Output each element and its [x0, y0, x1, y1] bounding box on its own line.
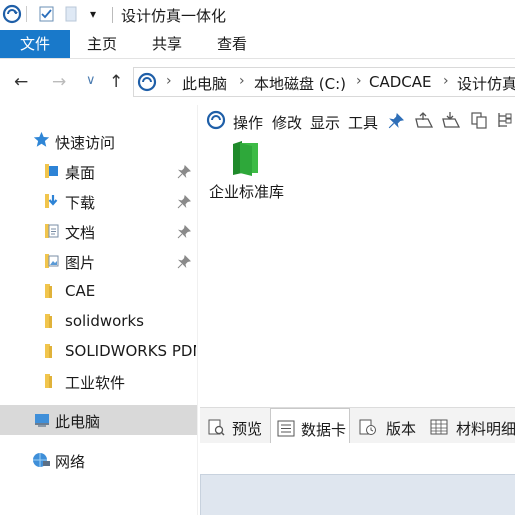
sidebar-item-label: 快速访问 [55, 134, 116, 152]
sidebar-item-solidworks-pdm[interactable]: SOLIDWORKS PDM [0, 336, 197, 366]
star-icon [33, 131, 50, 152]
title-bar: ▾ 设计仿真一体化 [0, 0, 515, 30]
pin-icon[interactable] [177, 164, 192, 179]
qat-separator [26, 6, 27, 22]
sidebar-item-industrial-software[interactable]: 工业软件 [0, 366, 197, 396]
documents-folder-icon [44, 223, 59, 239]
pin-icon[interactable] [388, 112, 405, 133]
pin-icon[interactable] [177, 224, 192, 239]
bom-table-icon [430, 419, 448, 439]
tab-preview[interactable]: 预览 [200, 408, 270, 444]
pdm-app-icon[interactable] [2, 4, 22, 28]
sidebar-item-label: 文档 [65, 224, 96, 242]
green-vault-folder-icon[interactable] [230, 140, 262, 180]
tab-home[interactable]: 主页 [79, 30, 125, 58]
pin-icon[interactable] [177, 194, 192, 209]
breadcrumb-cadcae[interactable]: CADCAE [369, 73, 432, 91]
menu-modify[interactable]: 修改 [272, 112, 302, 133]
file-list-item[interactable]: 企业标准库 [209, 181, 284, 202]
pdm-preview-tabs: 预览 数据卡 版本 材料明细 [200, 407, 515, 444]
menu-display[interactable]: 显示 [310, 112, 340, 133]
tab-file[interactable]: 文件 [0, 30, 70, 58]
pane-divider [197, 105, 198, 515]
pdm-refresh-icon[interactable] [206, 110, 226, 134]
preview-icon [208, 419, 225, 440]
breadcrumb-current[interactable]: 设计仿真 [457, 73, 515, 94]
breadcrumb-this-pc[interactable]: 此电脑 [182, 73, 227, 94]
folder-icon [44, 373, 58, 389]
sidebar-item-quick-access[interactable]: 快速访问 [0, 126, 197, 156]
tab-bom[interactable]: 材料明细 [426, 408, 515, 444]
folder-icon [44, 343, 58, 359]
tab-label: 材料明细 [456, 420, 515, 438]
sidebar-item-documents[interactable]: 文档 [0, 216, 197, 246]
properties-icon[interactable] [38, 4, 56, 28]
sidebar-item-label: 下载 [65, 194, 96, 212]
window-title: 设计仿真一体化 [121, 7, 227, 25]
computer-icon [33, 412, 51, 432]
menu-tools[interactable]: 工具 [348, 112, 378, 133]
breadcrumb-local-disk[interactable]: 本地磁盘 (C:) [254, 73, 346, 94]
network-icon [31, 451, 51, 473]
tab-view[interactable]: 查看 [209, 30, 255, 58]
copy-tree-icon[interactable] [470, 111, 488, 133]
recent-locations-icon[interactable]: ∨ [86, 73, 96, 88]
sidebar-item-label: CAE [65, 282, 96, 300]
tab-version[interactable]: 版本 [352, 408, 424, 444]
check-in-icon[interactable] [441, 111, 461, 133]
navigation-pane: 快速访问 桌面 下载 文档 图片 CAE solidworks SOLIDWOR… [0, 105, 197, 515]
ribbon-tabs: 文件 主页 共享 查看 [0, 30, 515, 58]
sidebar-item-desktop[interactable]: 桌面 [0, 156, 197, 186]
sidebar-item-pictures[interactable]: 图片 [0, 246, 197, 276]
chevron-right-icon[interactable]: › [356, 73, 362, 89]
pictures-folder-icon [44, 253, 59, 269]
sidebar-item-network[interactable]: 网络 [0, 445, 197, 475]
sidebar-item-this-pc[interactable]: 此电脑 [0, 405, 197, 435]
chevron-right-icon[interactable]: › [443, 73, 449, 89]
check-out-icon[interactable] [414, 111, 434, 133]
new-folder-icon[interactable] [64, 4, 80, 28]
sidebar-item-label: 网络 [55, 453, 86, 471]
navigation-bar: ← → ∨ ↑ › 此电脑 › 本地磁盘 (C:) › CADCAE › 设计仿… [0, 59, 515, 105]
datacard-area [200, 474, 515, 515]
sidebar-item-label: 桌面 [65, 164, 96, 182]
pdm-toolbar: 操作 修改 显示 工具 [200, 107, 515, 135]
sidebar-item-solidworks[interactable]: solidworks [0, 306, 197, 336]
pin-icon[interactable] [177, 254, 192, 269]
sidebar-item-label: SOLIDWORKS PDM [65, 342, 196, 360]
sidebar-item-label: 图片 [65, 254, 96, 272]
sidebar-item-cae[interactable]: CAE [0, 276, 197, 306]
folder-icon [44, 283, 58, 299]
up-arrow-icon[interactable]: ↑ [109, 72, 123, 92]
title-separator [112, 7, 113, 23]
desktop-folder-icon [44, 163, 58, 179]
sidebar-item-label: 此电脑 [55, 413, 101, 431]
sidebar-item-downloads[interactable]: 下载 [0, 186, 197, 216]
back-arrow-icon[interactable]: ← [14, 72, 28, 92]
sidebar-item-label: 工业软件 [65, 374, 126, 392]
forward-arrow-icon[interactable]: → [52, 72, 66, 92]
sidebar-item-label: solidworks [65, 312, 144, 330]
pdm-location-icon [137, 72, 157, 96]
chevron-right-icon[interactable]: › [239, 73, 245, 89]
address-bar[interactable]: › 此电脑 › 本地磁盘 (C:) › CADCAE › 设计仿真 [133, 67, 515, 97]
folder-icon [44, 313, 58, 329]
tab-datacard[interactable]: 数据卡 [270, 408, 350, 444]
customize-qat-icon[interactable]: ▾ [90, 7, 96, 21]
chevron-right-icon[interactable]: › [166, 73, 172, 89]
version-icon [359, 419, 377, 440]
menu-operations[interactable]: 操作 [233, 112, 263, 133]
datacard-icon [277, 420, 295, 441]
contains-icon[interactable] [495, 111, 513, 133]
tab-label: 版本 [386, 420, 417, 438]
download-folder-icon [44, 193, 58, 209]
tab-label: 预览 [232, 420, 263, 438]
tab-share[interactable]: 共享 [144, 30, 190, 58]
tab-label: 数据卡 [301, 421, 347, 439]
